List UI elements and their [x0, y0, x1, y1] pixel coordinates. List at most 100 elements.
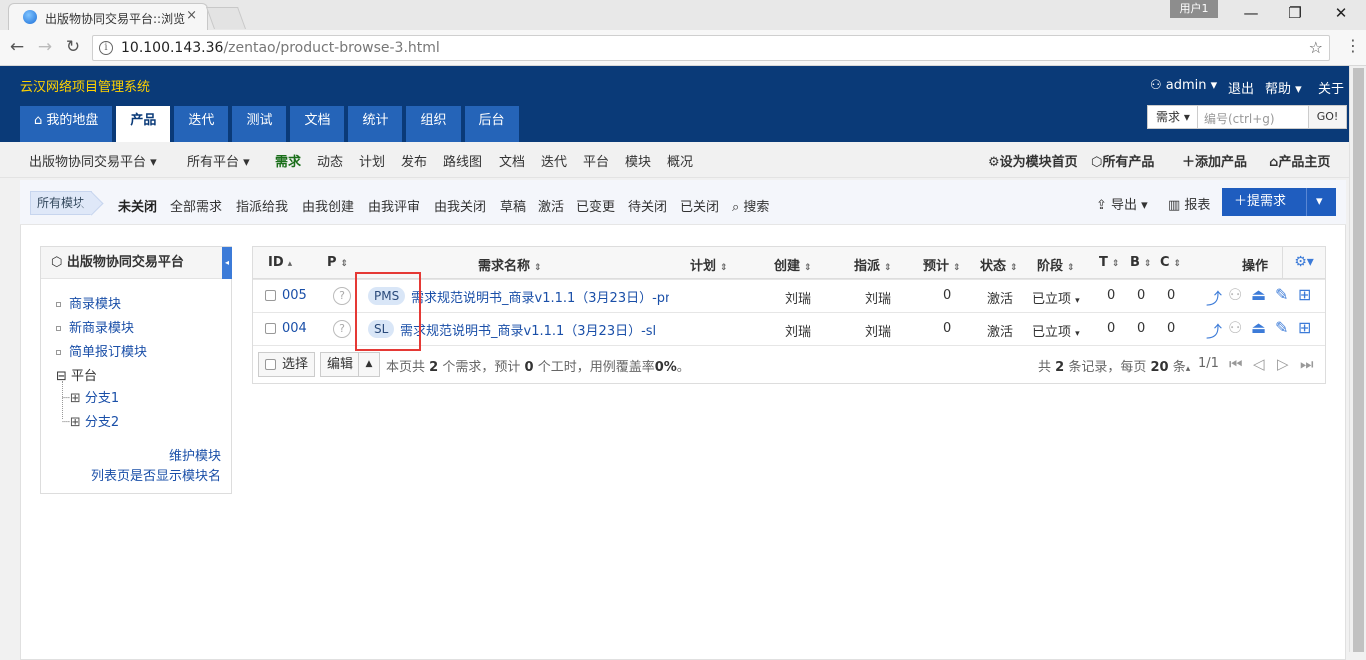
filter-all[interactable]: 全部需求: [170, 196, 222, 215]
nav-tab-org[interactable]: 组织: [406, 106, 461, 142]
search-input[interactable]: 编号(ctrl+g): [1204, 110, 1275, 127]
filter-to-close[interactable]: 待关闭: [628, 196, 667, 215]
nav-tab-test[interactable]: 测试: [232, 106, 287, 142]
create-case-icon[interactable]: ⊞: [1298, 285, 1311, 304]
subnav-platform[interactable]: 平台: [583, 151, 609, 170]
col-c[interactable]: C ⇕: [1160, 255, 1181, 270]
row-stage[interactable]: 已立项 ▾: [1032, 288, 1080, 307]
filter-created-by-me[interactable]: 由我创建: [302, 196, 354, 215]
col-creator[interactable]: 创建 ⇕: [774, 255, 812, 274]
search-go-button[interactable]: GO!: [1308, 106, 1346, 128]
col-estimate[interactable]: 预计 ⇕: [923, 255, 961, 274]
nav-tab-doc[interactable]: 文档: [290, 106, 345, 142]
close-story-icon[interactable]: ⏏: [1251, 318, 1266, 337]
edit-icon[interactable]: ✎: [1275, 318, 1288, 337]
subnav-story[interactable]: 需求: [275, 151, 301, 170]
story-title-link[interactable]: 需求规范说明书_商录v1.1.1（3月23日）-sl: [400, 320, 668, 339]
select-all-button[interactable]: 选择: [258, 352, 316, 377]
col-b[interactable]: B ⇕: [1130, 255, 1151, 270]
tree-branch-1[interactable]: ┈⊞ 分支1: [62, 387, 119, 406]
tree-module-2[interactable]: 新商录模块: [56, 317, 134, 336]
nav-tab-iteration[interactable]: 迭代: [174, 106, 229, 142]
report-button[interactable]: ▥ 报表: [1168, 194, 1210, 213]
nav-tab-product[interactable]: 产品: [116, 106, 171, 142]
page-scrollbar[interactable]: [1349, 66, 1366, 652]
last-page-icon[interactable]: ⏭: [1300, 355, 1314, 373]
col-status[interactable]: 状态 ⇕: [980, 255, 1018, 274]
info-icon[interactable]: i: [99, 41, 113, 55]
filter-changed[interactable]: 已变更: [576, 196, 615, 215]
create-story-button[interactable]: ＋提需求 ▾: [1222, 188, 1336, 216]
row-stage[interactable]: 已立项 ▾: [1032, 321, 1080, 340]
tree-branch-2[interactable]: ┈⊞ 分支2: [62, 411, 119, 430]
row-checkbox[interactable]: [265, 290, 276, 301]
scrollbar-thumb[interactable]: [1353, 68, 1364, 652]
product-home-link[interactable]: ⌂产品主页: [1269, 151, 1330, 170]
row-id[interactable]: 004: [265, 321, 307, 336]
filter-assigned-to-me[interactable]: 指派给我: [236, 196, 288, 215]
all-products-link[interactable]: ⬡所有产品: [1091, 151, 1154, 170]
next-page-icon[interactable]: ▷: [1277, 355, 1289, 373]
subnav-doc[interactable]: 文档: [499, 151, 525, 170]
filter-active[interactable]: 激活: [538, 196, 564, 215]
review-icon[interactable]: ⚇: [1228, 318, 1242, 337]
set-module-home[interactable]: ⚙设为模块首页: [988, 151, 1078, 170]
add-product-link[interactable]: ＋添加产品: [1182, 151, 1247, 170]
subnav-roadmap[interactable]: 路线图: [443, 151, 482, 170]
story-title-link[interactable]: 需求规范说明书_商录v1.1.1（3月23日）-pms: [411, 287, 669, 306]
collapse-toggle-icon[interactable]: ◂: [222, 247, 232, 279]
url-input[interactable]: i 10.100.143.36/zentao/product-browse-3.…: [92, 35, 1330, 61]
batch-edit-button[interactable]: 编辑: [320, 352, 361, 377]
nav-tab-stats[interactable]: 统计: [348, 106, 403, 142]
subnav-overview[interactable]: 概况: [667, 151, 693, 170]
bookmark-star-icon[interactable]: ☆: [1309, 38, 1323, 57]
search-toggle[interactable]: ⌕ 搜索: [732, 196, 769, 215]
batch-menu-toggle[interactable]: ▲: [358, 352, 380, 377]
app-brand[interactable]: 云汉网络项目管理系统: [20, 76, 150, 95]
filter-closed-by-me[interactable]: 由我关闭: [434, 196, 486, 215]
edit-icon[interactable]: ✎: [1275, 285, 1288, 304]
filter-draft[interactable]: 草稿: [500, 196, 526, 215]
row-assigned[interactable]: 刘瑞: [865, 321, 891, 340]
prev-page-icon[interactable]: ◁: [1253, 355, 1265, 373]
browser-tab[interactable]: 出版物协同交易平台::浏览 ×: [8, 3, 208, 30]
create-case-icon[interactable]: ⊞: [1298, 318, 1311, 337]
col-id[interactable]: ID ▴: [268, 255, 292, 270]
expand-icon[interactable]: ⊞: [70, 415, 81, 430]
tree-module-3[interactable]: 简单报订模块: [56, 341, 147, 360]
select-all-checkbox[interactable]: [265, 359, 276, 370]
expand-icon[interactable]: ⊞: [70, 391, 81, 406]
product-switcher[interactable]: 出版物协同交易平台 ▾: [29, 151, 157, 170]
back-icon[interactable]: ←: [6, 37, 28, 57]
logout-link[interactable]: 退出: [1228, 78, 1254, 97]
tree-module-1[interactable]: 商录模块: [56, 293, 121, 312]
row-assigned[interactable]: 刘瑞: [865, 288, 891, 307]
chevron-down-icon[interactable]: ▾: [1316, 188, 1323, 216]
reload-icon[interactable]: ↻: [62, 37, 84, 57]
forward-icon[interactable]: →: [34, 37, 56, 57]
first-page-icon[interactable]: ⏮: [1229, 355, 1243, 373]
browser-menu-icon[interactable]: ⋮: [1345, 36, 1361, 55]
close-window-icon[interactable]: ✕: [1326, 4, 1356, 22]
nav-tab-admin[interactable]: 后台: [464, 106, 519, 142]
user-menu[interactable]: ⚇ admin ▾: [1150, 78, 1217, 93]
show-module-name-link[interactable]: 列表页是否显示模块名: [91, 465, 221, 484]
col-plan[interactable]: 计划 ⇕: [690, 255, 728, 274]
change-icon[interactable]: ⤴: [1206, 318, 1222, 342]
maintain-module-link[interactable]: 维护模块: [169, 445, 221, 464]
collapse-icon[interactable]: ⊟: [56, 369, 71, 384]
platform-switcher[interactable]: 所有平台 ▾: [187, 151, 250, 170]
close-story-icon[interactable]: ⏏: [1251, 285, 1266, 304]
col-priority[interactable]: P ⇕: [327, 255, 348, 270]
export-button[interactable]: ⇪ 导出 ▾: [1096, 194, 1148, 213]
minimize-icon[interactable]: —: [1236, 4, 1266, 22]
filter-unclosed[interactable]: 未关闭: [118, 196, 157, 215]
row-checkbox[interactable]: [265, 323, 276, 334]
filter-closed[interactable]: 已关闭: [680, 196, 719, 215]
review-icon[interactable]: ⚇: [1228, 285, 1242, 304]
column-settings-icon[interactable]: ⚙▾: [1282, 247, 1325, 279]
restore-icon[interactable]: ❐: [1280, 4, 1310, 22]
filter-reviewed-by-me[interactable]: 由我评审: [368, 196, 420, 215]
subnav-release[interactable]: 发布: [401, 151, 427, 170]
col-title[interactable]: 需求名称 ⇕: [478, 255, 542, 274]
